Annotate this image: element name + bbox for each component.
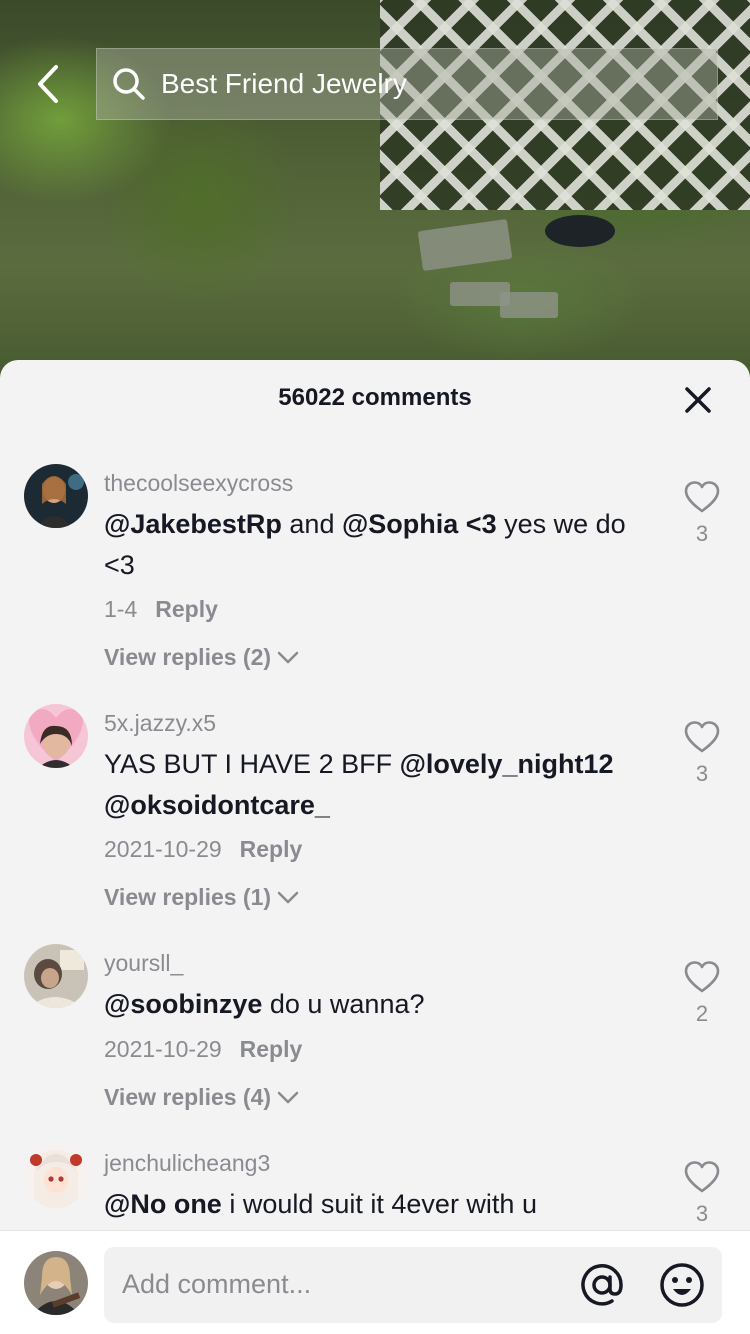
comments-count-title: 56022 comments (278, 384, 472, 411)
comment-mention[interactable]: @soobinzye (104, 989, 262, 1019)
comment-date: 2021-10-29 (104, 836, 222, 862)
chevron-down-icon (277, 891, 299, 903)
like-count: 3 (695, 761, 709, 786)
like-button[interactable]: 3 (680, 480, 724, 547)
comment-text: @soobinzye do u wanna? (104, 984, 644, 1025)
avatar[interactable] (24, 704, 88, 768)
view-replies-label: View replies (4) (104, 1084, 272, 1110)
like-button[interactable]: 2 (680, 960, 724, 1027)
back-button[interactable] (28, 62, 68, 106)
comment-mention[interactable]: @JakebestRp (104, 509, 282, 539)
search-icon (113, 68, 145, 100)
comment-meta: 2021-10-29 Reply (104, 1036, 302, 1063)
comment-username[interactable]: yoursll_ (104, 950, 183, 977)
stepping-stone (417, 218, 513, 272)
close-icon (685, 387, 711, 413)
avatar-image (24, 704, 88, 768)
emoji-button[interactable] (658, 1261, 706, 1309)
heart-outline-icon (684, 1161, 720, 1193)
top-bar: Best Friend Jewelry (0, 40, 750, 130)
garden-pot (545, 215, 615, 247)
view-replies-button[interactable]: View replies (1) (104, 884, 299, 911)
avatar-image (24, 464, 88, 528)
comment-text-part: and (281, 509, 342, 539)
chevron-down-icon (277, 651, 299, 663)
add-comment-input[interactable]: Add comment... (104, 1247, 722, 1323)
comment-text-part: do u wanna? (262, 989, 425, 1019)
avatar-image (24, 944, 88, 1008)
mention-button[interactable] (578, 1261, 626, 1309)
comment-username[interactable]: 5x.jazzy.x5 (104, 710, 216, 737)
comment-meta: 1-4 Reply (104, 596, 218, 623)
view-replies-label: View replies (2) (104, 644, 272, 670)
comment-date: 1-4 (104, 596, 138, 622)
at-sign-icon (581, 1264, 623, 1306)
like-count: 3 (695, 521, 709, 546)
comment-username[interactable]: thecoolseexycross (104, 470, 293, 497)
reply-button[interactable]: Reply (240, 836, 303, 862)
chevron-down-icon (277, 1091, 299, 1103)
avatar-image (24, 1251, 88, 1315)
comment-text-part: YAS BUT I HAVE 2 BFF (104, 749, 400, 779)
search-field[interactable]: Best Friend Jewelry (96, 48, 718, 120)
like-count: 3 (695, 1201, 709, 1226)
comment-mention[interactable]: @Sophia <3 (342, 509, 497, 539)
close-button[interactable] (680, 382, 716, 418)
like-button[interactable]: 3 (680, 720, 724, 787)
reply-button[interactable]: Reply (155, 596, 218, 622)
comment-placeholder: Add comment... (122, 1269, 312, 1299)
avatar[interactable] (24, 464, 88, 528)
view-replies-label: View replies (1) (104, 884, 272, 910)
comment-meta: 2021-10-29 Reply (104, 836, 302, 863)
reply-button[interactable]: Reply (240, 1036, 303, 1062)
view-replies-button[interactable]: View replies (2) (104, 644, 299, 671)
search-query: Best Friend Jewelry (161, 68, 407, 99)
comment-text: YAS BUT I HAVE 2 BFF @lovely_night12 @ok… (104, 744, 644, 826)
comment-mention[interactable]: @No one (104, 1189, 222, 1219)
current-user-avatar[interactable] (24, 1251, 88, 1315)
heart-outline-icon (684, 721, 720, 753)
emoji-icon (660, 1263, 704, 1307)
comment-composer: Add comment... (0, 1230, 750, 1334)
comment-text: @No one i would suit it 4ever with u (104, 1184, 644, 1225)
comment-text: @JakebestRp and @Sophia <3 yes we do <3 (104, 504, 644, 586)
stepping-stone (500, 292, 558, 318)
heart-outline-icon (684, 481, 720, 513)
like-button[interactable]: 3 (680, 1160, 724, 1227)
chevron-left-icon (38, 65, 58, 103)
heart-outline-icon (684, 961, 720, 993)
avatar-image (24, 1144, 88, 1208)
comment-date: 2021-10-29 (104, 1036, 222, 1062)
comment-text-part: i would suit it 4ever with u (221, 1189, 537, 1219)
comment-username[interactable]: jenchulicheang3 (104, 1150, 270, 1177)
avatar[interactable] (24, 944, 88, 1008)
avatar[interactable] (24, 1144, 88, 1208)
view-replies-button[interactable]: View replies (4) (104, 1084, 299, 1111)
comments-sheet: 56022 comments thecoolseexycross @Jakebe… (0, 360, 750, 1334)
like-count: 2 (695, 1001, 709, 1026)
